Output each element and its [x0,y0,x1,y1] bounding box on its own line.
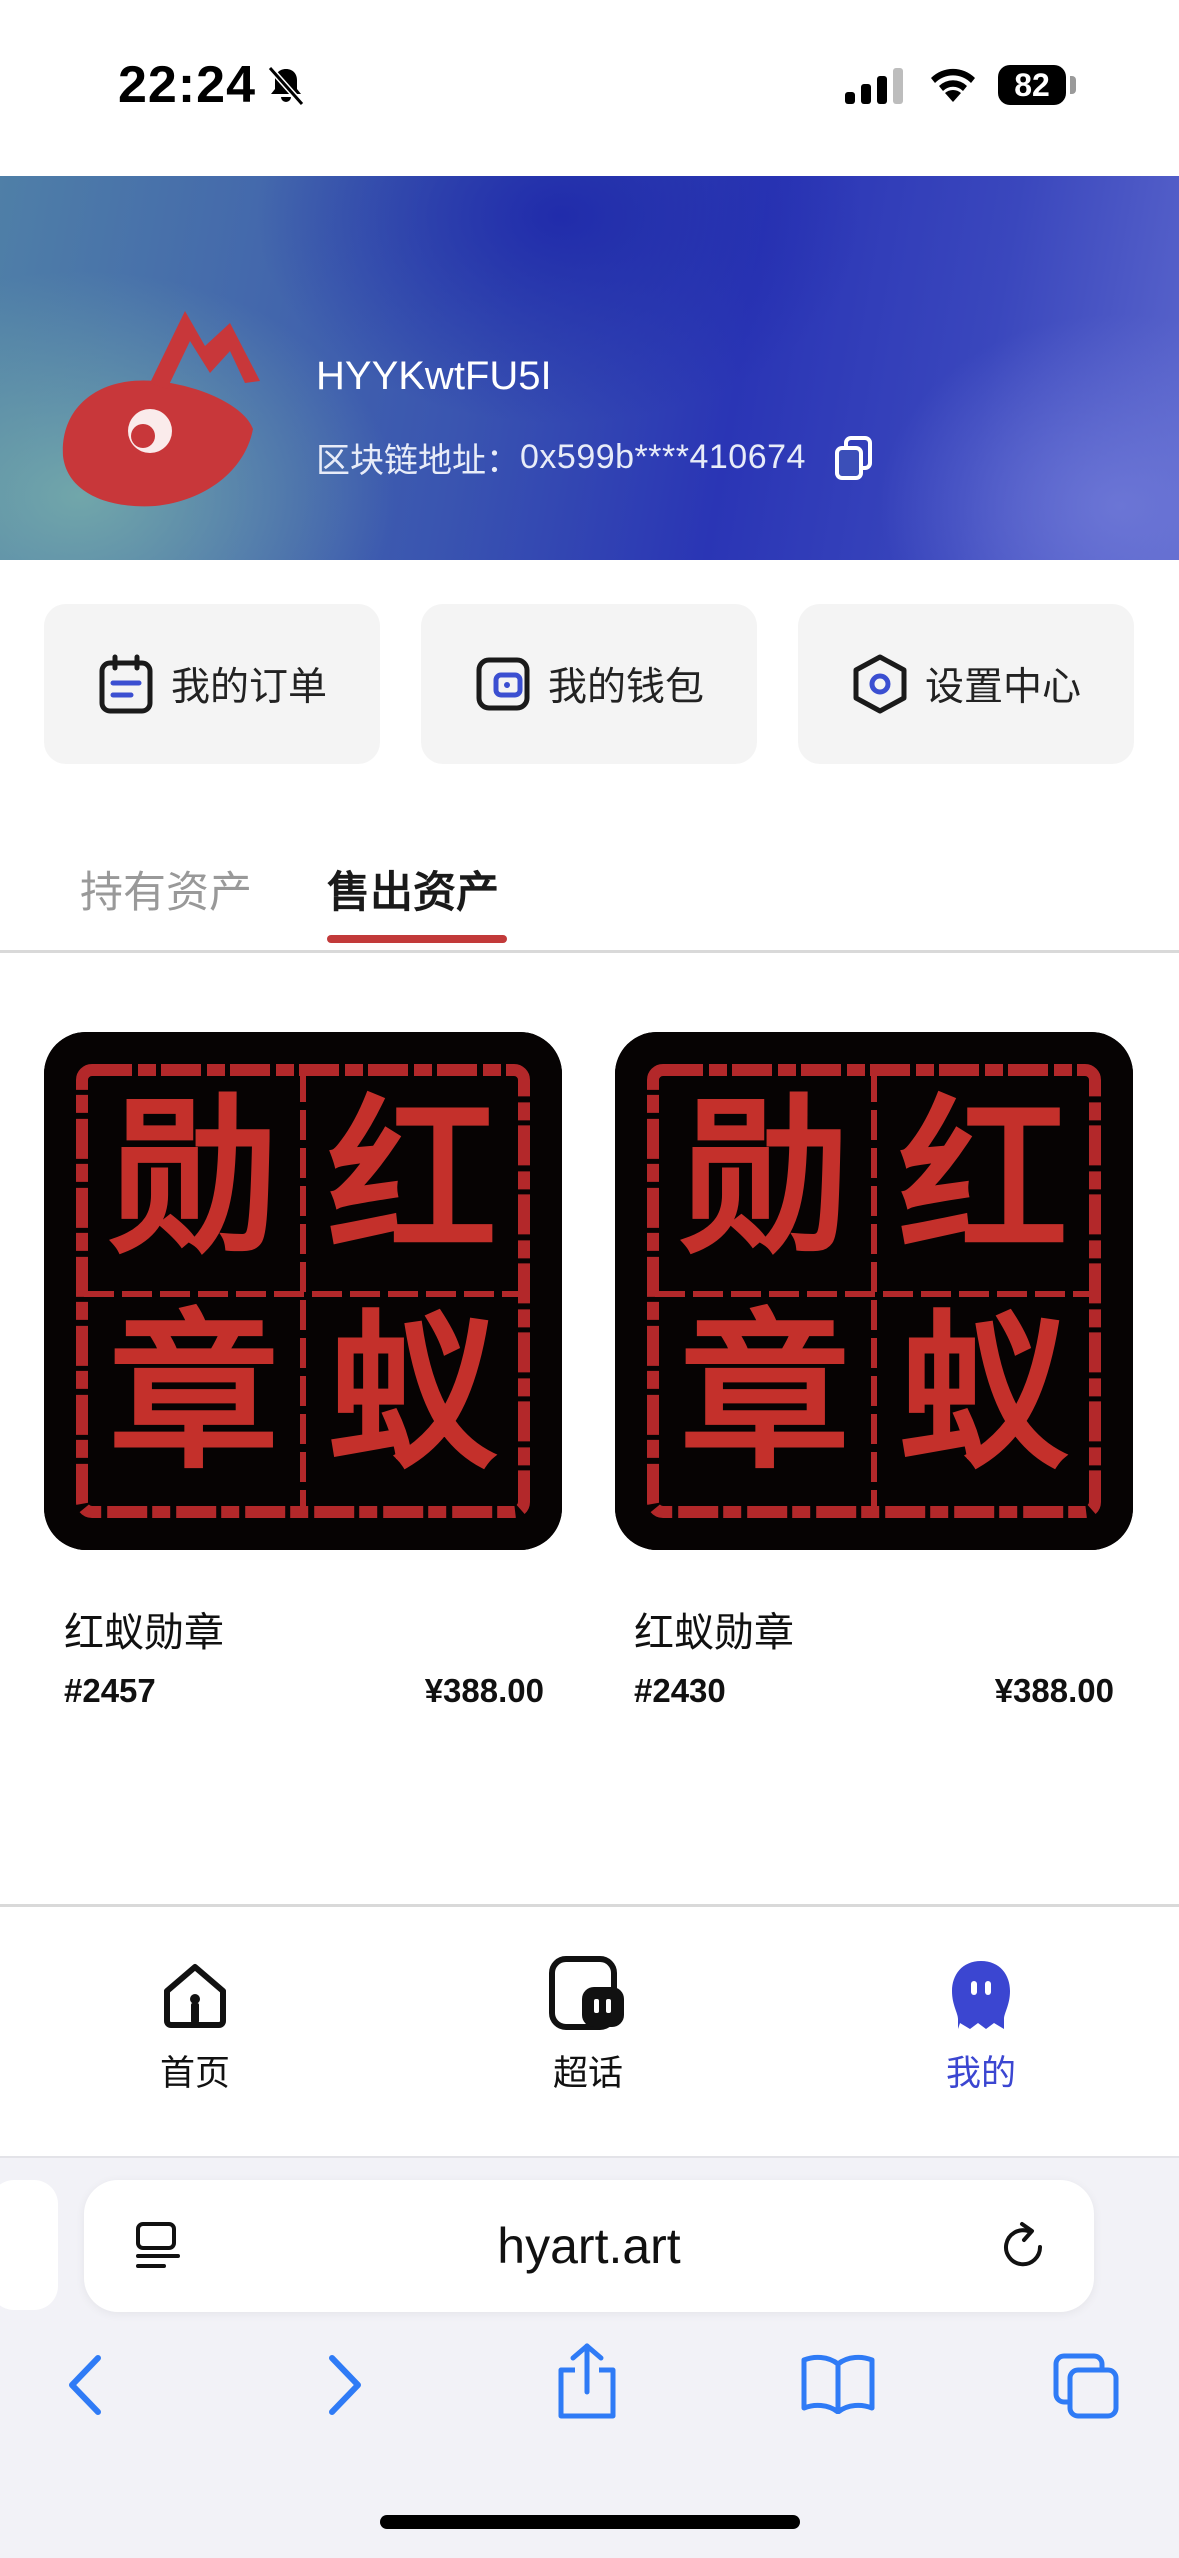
address-value: 0x599b****410674 [520,438,806,476]
my-wallet-label: 我的钱包 [547,665,704,710]
product-name: 红蚁勋章 [634,1610,794,1656]
product-id: #2430 [634,1672,726,1709]
seal-char: 章 [109,1293,279,1493]
product-image[interactable]: 勋 红 章 蚁 [615,1032,1133,1550]
back-button[interactable] [62,2350,112,2424]
seal-char: 章 [680,1293,850,1493]
nav-home[interactable]: 首页 [95,1955,295,2096]
nav-super-topic[interactable]: 超话 [488,1955,688,2096]
seal-char: 蚁 [898,1293,1069,1493]
seal-char: 勋 [109,1078,279,1278]
bell-muted-icon [264,64,308,112]
active-tab-indicator [327,935,507,943]
chat-icon [488,1955,688,2035]
order-icon [97,653,155,715]
profile-icon [881,1955,1081,2035]
status-bar: 22:24 82 [0,0,1179,176]
chevron-right-icon [329,2355,361,2415]
url-text: hyart.art [497,2218,681,2274]
page-menu-icon[interactable] [134,2220,186,2278]
address-label: 区块链地址： [316,441,520,481]
battery-indicator: 82 [998,65,1066,105]
wifi-icon [925,62,981,110]
chevron-left-icon [69,2355,101,2415]
tab-divider [0,950,1179,953]
avatar[interactable] [55,311,265,525]
blockchain-address: 区块链地址： 0x599b****410674 [316,433,876,482]
tab-sold-assets[interactable]: 售出资产 [327,858,499,920]
nav-super-topic-label: 超话 [552,2054,623,2094]
seal-char: 红 [327,1078,497,1278]
wallet-icon [474,655,532,713]
tabs-button[interactable] [1052,2352,1122,2426]
seal-char: 蚁 [327,1293,498,1493]
settings-center-label: 设置中心 [924,665,1081,710]
product-price: ¥388.00 [424,1672,544,1709]
copy-icon[interactable] [832,434,876,482]
my-orders-label: 我的订单 [170,665,327,710]
product-name: 红蚁勋章 [64,1610,224,1656]
bookmarks-button[interactable] [800,2352,876,2418]
seal-char: 红 [898,1078,1068,1278]
username: HYYKwtFU5I [316,354,552,398]
reload-icon[interactable] [996,2220,1050,2278]
profile-banner: HYYKwtFU5I 区块链地址： 0x599b****410674 [0,176,1179,560]
status-time: 22:24 [118,56,256,114]
settings-icon [851,653,909,715]
share-icon [558,2343,616,2419]
nav-home-label: 首页 [159,2054,230,2094]
book-icon [801,2354,875,2415]
tab-held-assets[interactable]: 持有资产 [80,858,252,920]
home-indicator [380,2515,800,2529]
settings-center-button[interactable]: 设置中心 [798,604,1134,764]
battery-tip [1070,76,1076,94]
product-price: ¥388.00 [994,1672,1114,1709]
previous-tab-preview[interactable] [0,2180,58,2310]
share-button[interactable] [555,2342,619,2424]
seal-char: 勋 [680,1078,850,1278]
product-image[interactable]: 勋 红 章 蚁 [44,1032,562,1550]
cellular-signal-icon [845,66,907,110]
forward-button[interactable] [318,2350,368,2424]
home-icon [95,1955,295,2035]
product-id: #2457 [64,1672,156,1709]
tabs-icon [1053,2353,1119,2419]
my-wallet-button[interactable]: 我的钱包 [421,604,757,764]
my-orders-button[interactable]: 我的订单 [44,604,380,764]
address-bar[interactable]: hyart.art [84,2180,1094,2312]
nav-mine[interactable]: 我的 [881,1955,1081,2096]
nav-mine-label: 我的 [945,2054,1016,2094]
